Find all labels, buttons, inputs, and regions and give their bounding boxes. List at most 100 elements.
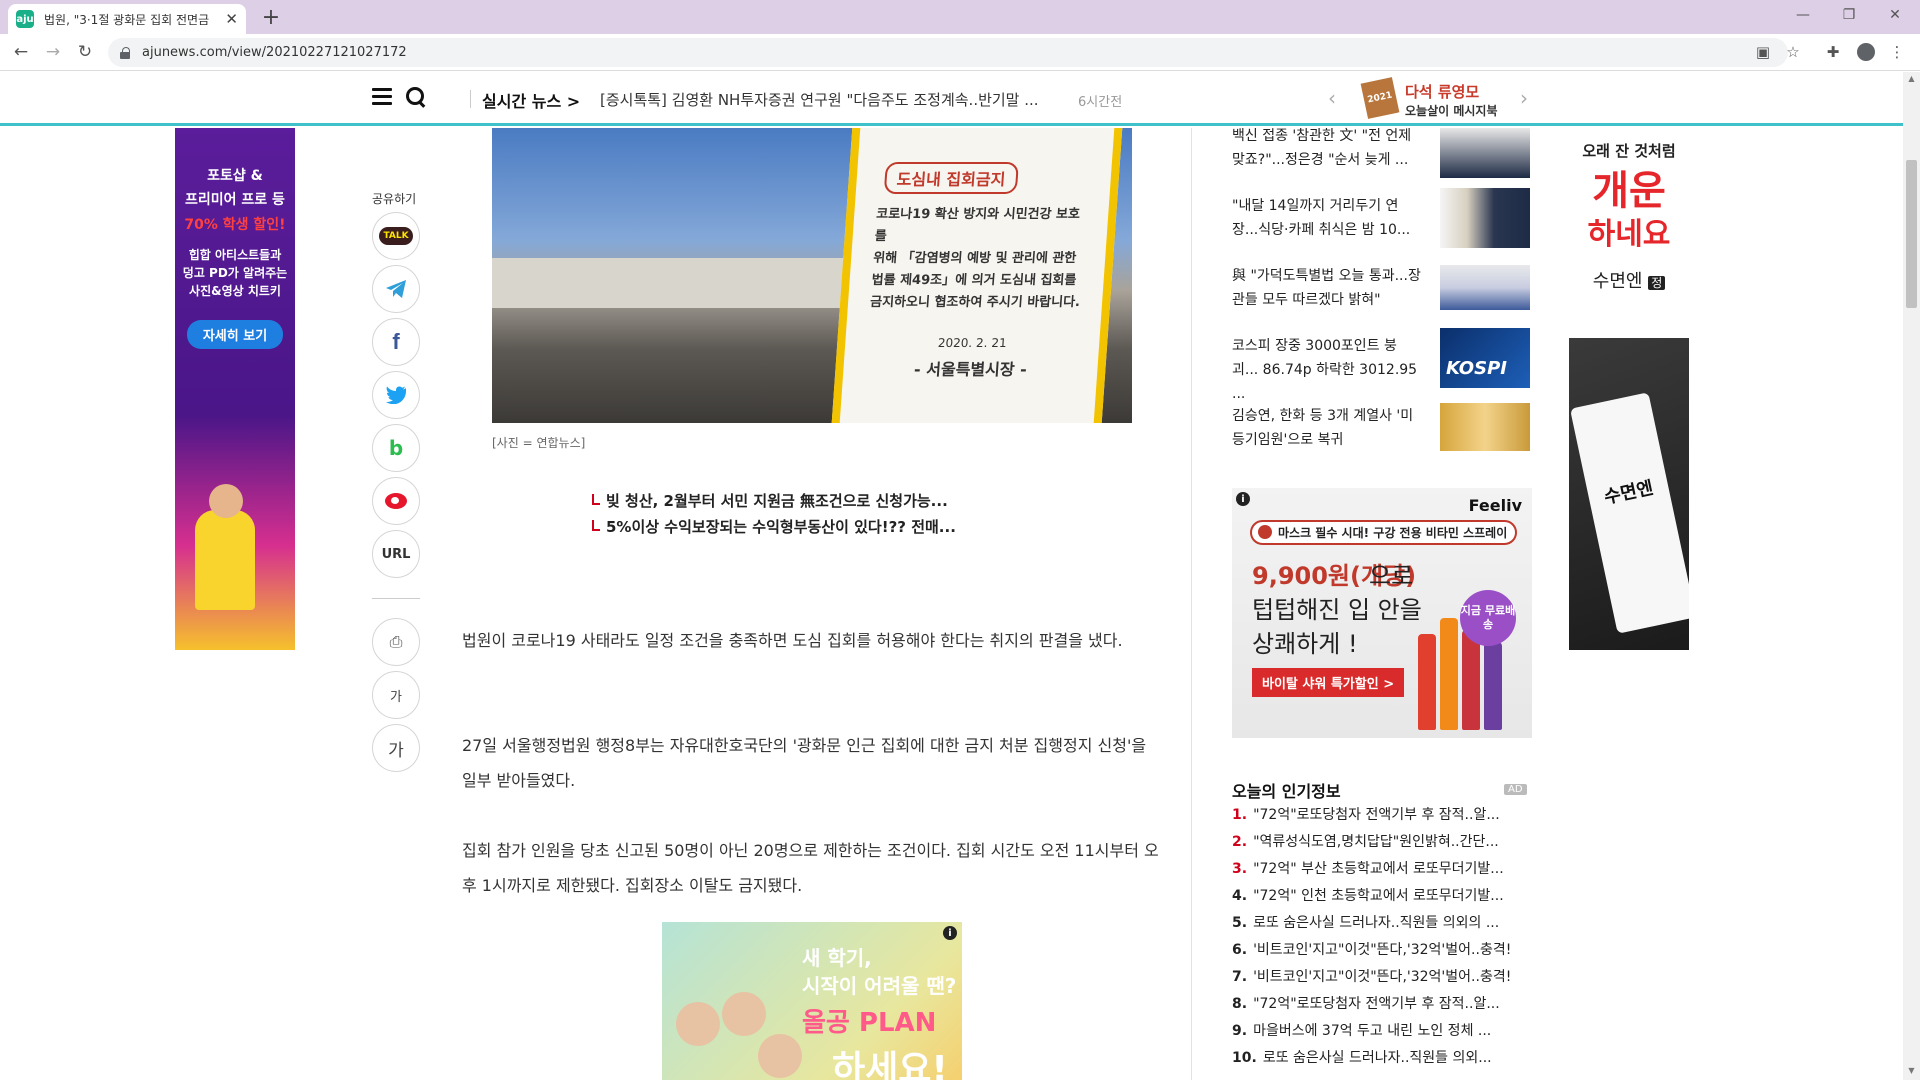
print-icon: ⎙ [389, 632, 403, 651]
popular-item[interactable]: 10. 로또 숨은사실 드러나자..직원들 의외... [1232, 1047, 1532, 1067]
realtime-news-headline[interactable]: [증시톡톡] 김영환 NH투자증권 연구원 "다음주도 조정계속..반기말 ..… [600, 89, 1039, 110]
ad-info-icon[interactable]: i [943, 926, 957, 940]
scroll-down-arrow-icon[interactable]: ▼ [1906, 1066, 1917, 1078]
popular-item[interactable]: 2. "역류성식도염,명치답답"원인밝혀..간단... [1232, 831, 1532, 851]
sign-date: 2020. 2. 21 [937, 336, 1008, 350]
header-divider [470, 90, 471, 108]
left-ad-desc: 힙합 아티스트들과 덩고 PD가 알려주는 사진&영상 치트키 [182, 248, 288, 298]
facebook-share-button[interactable]: f [372, 318, 420, 366]
book-cover-icon[interactable]: 2021 [1360, 77, 1400, 119]
chevron-left-icon[interactable]: ‹ [1328, 86, 1336, 110]
search-icon[interactable] [405, 86, 427, 108]
kakaotalk-share-button[interactable]: TALK [372, 212, 420, 260]
popular-item[interactable]: 1. "72억"로또당첨자 전액기부 후 잠적..알... [1232, 804, 1532, 824]
twitter-share-button[interactable] [372, 371, 420, 419]
popular-info-title: 오늘의 인기정보 [1232, 782, 1341, 801]
side-news-title[interactable]: 與 "가덕도특별법 오늘 통과...장관들 모두 따르겠다 밝혀" [1232, 264, 1422, 312]
sign-body: 코로나19 확산 방지와 시민건강 보호를 위해 「감염병의 예방 및 관리에 … [869, 207, 1081, 310]
left-ad-line: 포토샵 & 프리미어 프로 등 [185, 168, 285, 208]
popular-item[interactable]: 3. "72억" 부산 초등학교에서 로또무더기발... [1232, 858, 1532, 878]
right-banner-ad[interactable]: 오래 잔 것처럼 개운 하네요 수면엔 정 수면엔 [1569, 128, 1689, 650]
side-news-title[interactable]: 백신 접종 '참관한 文' "전 언제 맞죠?"...정은경 "순서 늦게 ..… [1232, 124, 1422, 172]
ad-info-icon[interactable]: i [1236, 492, 1250, 506]
lock-icon [120, 46, 130, 59]
reload-icon[interactable]: ↻ [72, 39, 98, 65]
extensions-icon[interactable]: ✚ [1822, 41, 1844, 63]
url-copy-label: URL [381, 546, 411, 562]
url-copy-button[interactable]: URL [372, 530, 420, 578]
side-banner-ad[interactable]: i Feeliv 마스크 필수 시대! 구강 전용 비타민 스프레이 9,900… [1232, 488, 1532, 738]
side-news-title[interactable]: 김승연, 한화 등 3개 계열사 '미등기임원'으로 복귀 [1232, 404, 1422, 452]
band-icon: b [388, 436, 404, 460]
promo-title[interactable]: 다석 류영모 [1405, 81, 1479, 102]
chevron-right-icon[interactable]: › [1520, 86, 1528, 110]
browser-tab[interactable]: aju 법원, "3·1절 광화문 집회 전면금 ✕ [8, 4, 246, 34]
font-size-small-button[interactable]: 가 [372, 671, 420, 719]
article-paragraph: 법원이 코로나19 사태라도 일정 조건을 충족하면 도심 집회를 허용해야 한… [462, 631, 1123, 650]
popular-item[interactable]: 9. 마을버스에 37억 두고 내린 노인 정체 ... [1232, 1020, 1532, 1040]
telegram-share-button[interactable] [372, 265, 420, 313]
ad-person-image [722, 992, 766, 1036]
left-banner-ad[interactable]: 포토샵 & 프리미어 프로 등 70% 학생 할인! 힙합 아티스트들과 덩고 PD… [175, 128, 295, 650]
weibo-icon [385, 493, 407, 509]
weibo-share-button[interactable] [372, 477, 420, 525]
ad-brand: Feeliv [1468, 496, 1522, 515]
minimize-icon[interactable]: — [1780, 0, 1826, 30]
ad-label: AD [1504, 784, 1527, 795]
hamburger-menu-icon[interactable] [372, 88, 392, 106]
new-tab-button[interactable]: + [258, 4, 284, 30]
sign-author: - 서울특별시장 - [913, 360, 1028, 379]
product-bottle-image [1484, 642, 1502, 730]
realtime-news-label[interactable]: 실시간 뉴스 > [482, 88, 580, 112]
close-tab-icon[interactable]: ✕ [225, 10, 238, 28]
side-news-title[interactable]: 코스피 장중 3000포인트 붕괴... 86.74p 하락한 3012.95 … [1232, 334, 1422, 406]
band-share-button[interactable]: b [372, 424, 420, 472]
left-ad-character-image [195, 484, 255, 610]
article-ad-line: 하세요! [832, 1049, 948, 1080]
popular-item[interactable]: 6. '비트코인'지고"이것"뜬다,'32억'벌어..충격! [1232, 939, 1532, 959]
side-news-title[interactable]: "내달 14일까지 거리두기 연장...식당·카페 취식은 밤 10... [1232, 194, 1422, 242]
scroll-up-arrow-icon[interactable]: ▲ [1906, 74, 1917, 86]
side-news-thumbnail[interactable] [1440, 128, 1530, 178]
bookmark-star-icon[interactable]: ☆ [1782, 41, 1804, 63]
forward-icon[interactable]: → [40, 39, 66, 65]
product-bottle-image [1418, 634, 1436, 730]
article-ad-line: 시작이 어려울 땐? [802, 974, 957, 998]
article-paragraph: 집회 참가 인원을 당초 신고된 50명이 아닌 20명으로 제한하는 조건이다… [462, 841, 1159, 895]
side-news-thumbnail[interactable] [1440, 188, 1530, 248]
side-news-thumbnail[interactable] [1440, 403, 1530, 451]
address-bar[interactable]: ajunews.com/view/20210227121027172 [108, 38, 1788, 67]
menu-kebab-icon[interactable]: ⋮ [1886, 41, 1908, 63]
font-size-large-button[interactable]: 가 [372, 724, 420, 772]
popular-item[interactable]: 8. "72억"로또당첨자 전액기부 후 잠적..알... [1232, 993, 1532, 1013]
profile-avatar-icon[interactable] [1855, 41, 1877, 63]
related-link[interactable]: 5%이상 수익보장되는 수익형부동산이 있다!?? 전매... [592, 516, 956, 537]
cast-icon[interactable]: ▣ [1752, 41, 1774, 63]
photo-caption: [사진 = 연합뉴스] [492, 436, 586, 450]
left-ad-button[interactable]: 자세히 보기 [186, 320, 284, 349]
ad-line: 상쾌하게 ! [1252, 630, 1358, 658]
restore-icon[interactable]: ❐ [1826, 0, 1872, 30]
article-inline-ad[interactable]: 새 학기, 시작이 어려울 땐? 올공 PLAN 하세요! i [662, 922, 962, 1080]
ad-person-image [758, 1034, 802, 1078]
side-news-thumbnail[interactable]: KOSPI [1440, 328, 1530, 388]
font-small-label: 가 [390, 689, 402, 705]
promo-subtitle[interactable]: 오늘살이 메시지북 [1405, 102, 1498, 119]
popular-item[interactable]: 7. '비트코인'지고"이것"뜬다,'32억'벌어..충격! [1232, 966, 1532, 986]
scrollbar-thumb[interactable] [1906, 160, 1917, 308]
print-button[interactable]: ⎙ [372, 618, 420, 666]
ad-cta-button[interactable]: 바이탈 샤워 특가할인 > [1252, 668, 1405, 697]
right-ad-headline: 하네요 [1587, 217, 1671, 252]
popular-item[interactable]: 5. 로또 숨은사실 드러나자..직원들 의외의 ... [1232, 912, 1532, 932]
side-news-thumbnail[interactable] [1440, 265, 1530, 310]
sign-title: 도심내 집회금지 [883, 162, 1019, 194]
related-link[interactable]: 빚 청산, 2월부터 서민 지원금 無조건으로 신청가능... [592, 490, 948, 511]
article-ad-line: 새 학기, [802, 946, 872, 970]
ad-person-image [676, 1002, 720, 1046]
column-divider [1191, 128, 1192, 1080]
back-icon[interactable]: ← [8, 39, 34, 65]
right-ad-brand: 수면엔 정 [1569, 267, 1689, 293]
close-window-icon[interactable]: ✕ [1872, 0, 1918, 30]
tab-strip: aju 법원, "3·1절 광화문 집회 전면금 ✕ + — ❐ ✕ [0, 0, 1920, 34]
popular-item[interactable]: 4. "72억" 인천 초등학교에서 로또무더기발... [1232, 885, 1532, 905]
